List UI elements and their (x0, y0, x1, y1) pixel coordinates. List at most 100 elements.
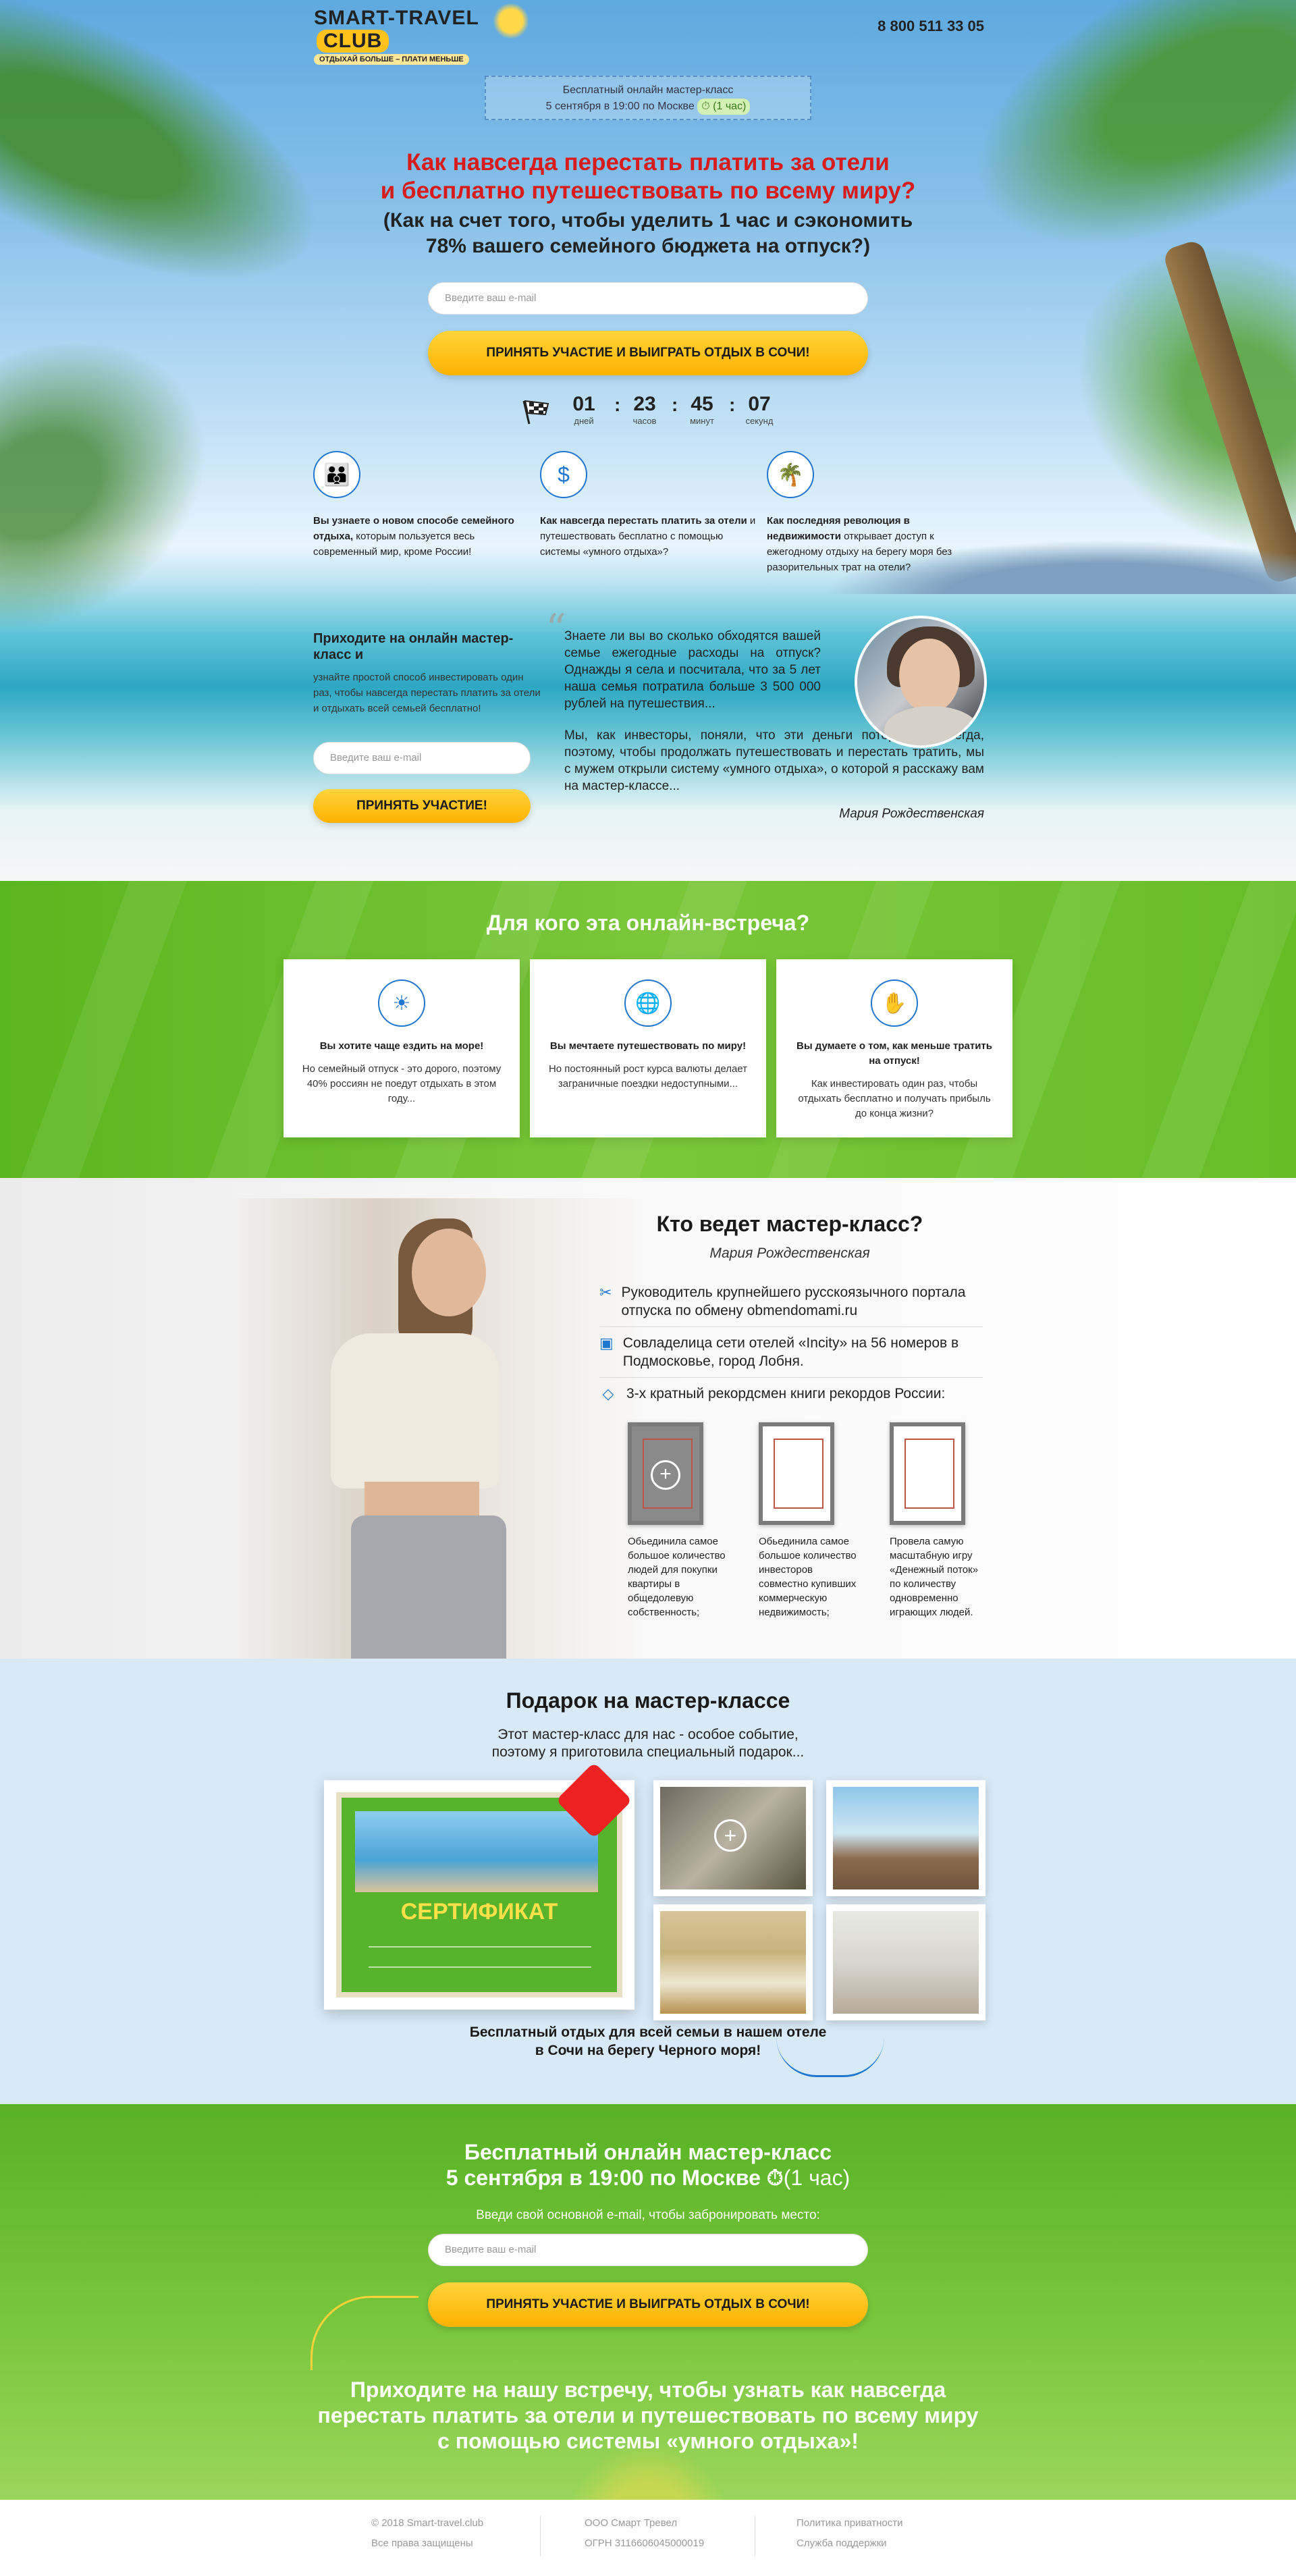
card-title: Вы думаете о том, как меньше тратить на … (796, 1040, 993, 1067)
timer-seconds-value: 07 (748, 393, 771, 415)
timer-separator: : (672, 394, 678, 415)
certificate-item[interactable]: + Обьединила самое большое количество лю… (628, 1422, 729, 1619)
tools-icon: ✂ (599, 1284, 612, 1301)
benefit-text: Как последняя революция в недвижимости о… (767, 513, 983, 575)
logo-club: CLUB (317, 30, 389, 53)
stopwatch-icon: ⏱ (701, 101, 710, 112)
certificate-thumbnail[interactable]: + (628, 1422, 703, 1525)
event-datetime: 5 сентября в 19:00 по Москве ⏱ (1 час) (486, 99, 810, 115)
gift-subtitle: Этот мастер-класс для нас - особое событ… (0, 1726, 1296, 1761)
coins-hand-icon: ✋ (871, 980, 918, 1027)
closing-line: Приходите на нашу встречу, чтобы узнать … (350, 2378, 946, 2402)
timer-separator: : (729, 394, 736, 415)
host-achievements: ✂ Руководитель крупнейшего русскоязычног… (599, 1277, 983, 1410)
signup-section: Бесплатный онлайн мастер-класс 5 сентябр… (0, 2104, 1296, 2500)
support-link[interactable]: Служба поддержки (796, 2533, 902, 2554)
headline-line: и бесплатно путешествовать по всему миру… (380, 178, 916, 204)
gift-subtitle-line: поэтому я приготовила специальный подаро… (491, 1744, 805, 1760)
timer-seconds: 07 секунд (736, 393, 783, 426)
site-footer: © 2018 Smart-travel.club Все права защищ… (0, 2500, 1296, 2573)
certificate-photo (355, 1811, 598, 1892)
bedroom-photo (660, 1911, 806, 2014)
living-room-photo (833, 1911, 979, 2014)
phone-number[interactable]: 8 800 511 33 05 (878, 18, 984, 35)
certificate-thumbnail[interactable] (890, 1422, 965, 1525)
closing-message: Приходите на нашу встречу, чтобы узнать … (0, 2377, 1296, 2454)
card-text: Как инвестировать один раз, чтобы отдыха… (798, 1078, 991, 1119)
family-icon: 👪 (313, 451, 360, 498)
achievement-item: ▣ Совладелица сети отелей «Incity» на 56… (599, 1327, 983, 1378)
email-input[interactable]: Введите ваш e-mail (428, 282, 868, 315)
certificate-caption: Обьединила самое большое количество инве… (759, 1536, 857, 1618)
certificate-caption: Провела самую масштабную игру «Денежный … (890, 1536, 979, 1618)
gallery-image[interactable] (826, 1904, 986, 2020)
gallery-image[interactable] (826, 1780, 986, 1896)
certificate-line (369, 1946, 591, 1948)
author-signature: Мария Рождественская (839, 807, 984, 821)
timer-minutes-value: 45 (691, 393, 713, 415)
closing-line: перестать платить за отели и путешествов… (317, 2403, 979, 2427)
timer-separator: : (614, 394, 621, 415)
zoom-icon[interactable]: + (714, 1819, 747, 1852)
section-title: Кто ведет мастер-класс? (656, 1212, 923, 1236)
section-title: Подарок на мастер-классе (506, 1688, 790, 1713)
hero-section: Бесплатный онлайн мастер-класс 5 сентябр… (0, 0, 1296, 881)
quote-mark-icon: “ (545, 606, 566, 653)
palm-leaves-decoration (0, 281, 261, 691)
company-name: ООО Смарт Тревел (585, 2517, 678, 2529)
email-input[interactable]: Введите ваш e-mail (428, 2234, 868, 2266)
terrace-photo (833, 1787, 979, 1889)
site-header: SMART-TRAVELCLUB ОТДЫХАЙ БОЛЬШЕ – ПЛАТИ … (0, 0, 1296, 65)
achievement-text: Совладелица сети отелей «Incity» на 56 н… (622, 1335, 959, 1369)
zoom-icon[interactable]: + (651, 1460, 680, 1490)
benefit-item: 🌴 Как последняя революция в недвижимости… (767, 451, 983, 575)
timer-days-value: 01 (572, 393, 595, 415)
duration-text: (1 час) (713, 101, 747, 112)
invite-title: Приходите на онлайн мастер-класс и (313, 631, 514, 662)
join-win-button[interactable]: ПРИНЯТЬ УЧАСТИЕ И ВЫИГРАТЬ ОТДЫХ В СОЧИ! (428, 2282, 868, 2327)
author-avatar (855, 616, 987, 748)
email-input[interactable]: Введите ваш e-mail (313, 742, 531, 774)
footer-divider (540, 2516, 541, 2556)
stopwatch-icon: ⏱ (766, 2166, 784, 2190)
footer-company: ООО Смарт Тревел ОГРН 3116606045000019 (585, 2513, 704, 2554)
card-title: Вы мечтаете путешествовать по миру! (549, 1040, 747, 1052)
headline-line: Как навсегда перестать платить за отели (406, 149, 890, 176)
benefit-item: $ Как навсегда перестать платить за отел… (540, 451, 756, 560)
host-name: Мария Рождественская (709, 1245, 870, 1261)
event-title: Бесплатный онлайн мастер-класс (562, 84, 734, 96)
subhead-line: (Как на счет того, чтобы уделить 1 час и… (383, 209, 913, 232)
host-pants (351, 1515, 506, 1659)
achievement-item: ✂ Руководитель крупнейшего русскоязычног… (599, 1277, 983, 1327)
countdown-timer: 01 дней : 23 часов : 45 минут : 07 секун… (520, 393, 790, 433)
certificate-item[interactable]: Провела самую масштабную игру «Денежный … (890, 1422, 991, 1619)
join-button[interactable]: ПРИНЯТЬ УЧАСТИЕ! (313, 789, 531, 823)
duration-badge: ⏱ (1 час) (697, 99, 751, 115)
gallery-image[interactable] (653, 1904, 813, 2020)
host-photo (230, 1198, 648, 1659)
audience-section: Для кого эта онлайн-встреча? ☀ Вы хотите… (0, 881, 1296, 1178)
logo-wordmark: SMART-TRAVELCLUB (314, 7, 530, 53)
privacy-policy-link[interactable]: Политика приватности (796, 2513, 902, 2533)
benefit-item: 👪 Вы узнаете о новом способе семейного о… (313, 451, 529, 560)
cta-instructions: Введи свой основной e-mail, чтобы заброн… (476, 2208, 820, 2222)
benefits-list: 👪 Вы узнаете о новом способе семейного о… (313, 451, 988, 586)
certificate-item[interactable]: Обьединила самое большое количество инве… (759, 1422, 860, 1619)
benefit-text: Как навсегда перестать платить за отели … (540, 513, 756, 560)
curved-arrow-icon (310, 2296, 418, 2370)
site-logo[interactable]: SMART-TRAVELCLUB ОТДЫХАЙ БОЛЬШЕ – ПЛАТИ … (314, 3, 530, 65)
curved-arrow-icon (776, 2037, 884, 2077)
gallery-image[interactable]: + (653, 1780, 813, 1896)
audience-card: ☀ Вы хотите чаще ездить на море! Но семе… (284, 959, 520, 1137)
achievement-text: Руководитель крупнейшего русскоязычного … (621, 1285, 966, 1318)
join-win-button[interactable]: ПРИНЯТЬ УЧАСТИЕ И ВЫИГРАТЬ ОТДЫХ В СОЧИ! (428, 331, 868, 375)
hotel-icon: ▣ (599, 1335, 614, 1351)
timer-seconds-label: секунд (745, 416, 774, 426)
section-title: Для кого эта онлайн-встреча? (486, 911, 810, 935)
certificate-thumbnail[interactable] (759, 1422, 834, 1525)
timer-minutes-label: минут (690, 416, 714, 426)
subhead-line: 78% вашего семейного бюджета на отпуск?) (425, 235, 871, 257)
audience-card: 🌐 Вы мечтаете путешествовать по миру! Но… (530, 959, 766, 1137)
timer-days: 01 дней (560, 393, 608, 426)
cta-date: 5 сентября в 19:00 по Москве (446, 2166, 761, 2190)
